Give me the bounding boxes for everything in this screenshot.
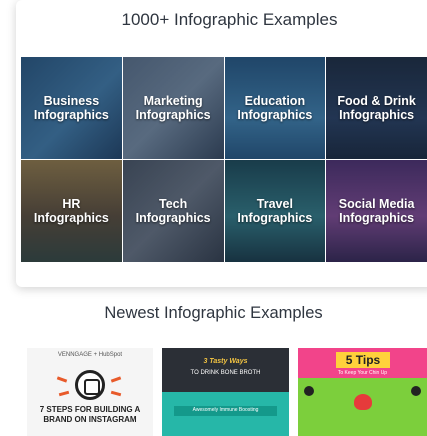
instagram-icon [75, 370, 105, 400]
tile-marketing[interactable]: Marketing Infographics [122, 57, 224, 159]
thumb-brand: VENNGAGE + HubSpot [57, 352, 123, 358]
tile-hr[interactable]: HR Infographics [21, 160, 122, 262]
thumb-title: 5 Tips [336, 352, 390, 368]
tile-food-drink[interactable]: Food & Drink Infographics [326, 57, 427, 159]
step-dot-icon [411, 386, 421, 396]
thumb-five-tips[interactable]: 5 Tips To Keep Your Chin Up [298, 348, 427, 436]
thumb-subtitle: To Keep Your Chin Up [337, 370, 388, 376]
newest-title: Newest Infographic Examples [104, 304, 323, 322]
thumb-bar-text: Awesomely Immune Boosting [192, 407, 259, 413]
categories-title: 1000+ Infographic Examples [121, 10, 338, 29]
tile-label: Food & Drink Infographics [337, 93, 416, 122]
tile-travel[interactable]: Travel Infographics [224, 160, 326, 262]
step-dot-icon [304, 386, 314, 396]
category-grid: Business Infographics Marketing Infograp… [21, 57, 427, 262]
tile-business[interactable]: Business Infographics [21, 57, 122, 159]
tile-label: Business Infographics [33, 93, 109, 122]
tile-label: Marketing Infographics [135, 93, 211, 122]
thumb-title: 3 Tasty Ways [203, 358, 248, 365]
thumb-headline: 7 STEPS FOR BUILDING A BRAND ON INSTAGRA… [39, 405, 141, 424]
thumb-instagram-brand[interactable]: VENNGAGE + HubSpot 7 STEPS FOR BUILDING … [27, 348, 153, 436]
tile-tech[interactable]: Tech Infographics [122, 160, 224, 262]
tile-label: HR Infographics [33, 196, 109, 225]
tile-label: Social Media Infographics [338, 196, 415, 225]
tile-label: Travel Infographics [237, 196, 313, 225]
tile-label: Tech Infographics [135, 196, 211, 225]
heart-icon [354, 394, 372, 410]
tile-education[interactable]: Education Infographics [224, 57, 326, 159]
thumb-bone-broth[interactable]: 3 Tasty Ways TO DRINK BONE BROTH Awesome… [162, 348, 289, 436]
tile-social-media[interactable]: Social Media Infographics [326, 160, 427, 262]
thumb-subtitle: TO DRINK BONE BROTH [190, 370, 261, 376]
tile-label: Education Infographics [237, 93, 313, 122]
